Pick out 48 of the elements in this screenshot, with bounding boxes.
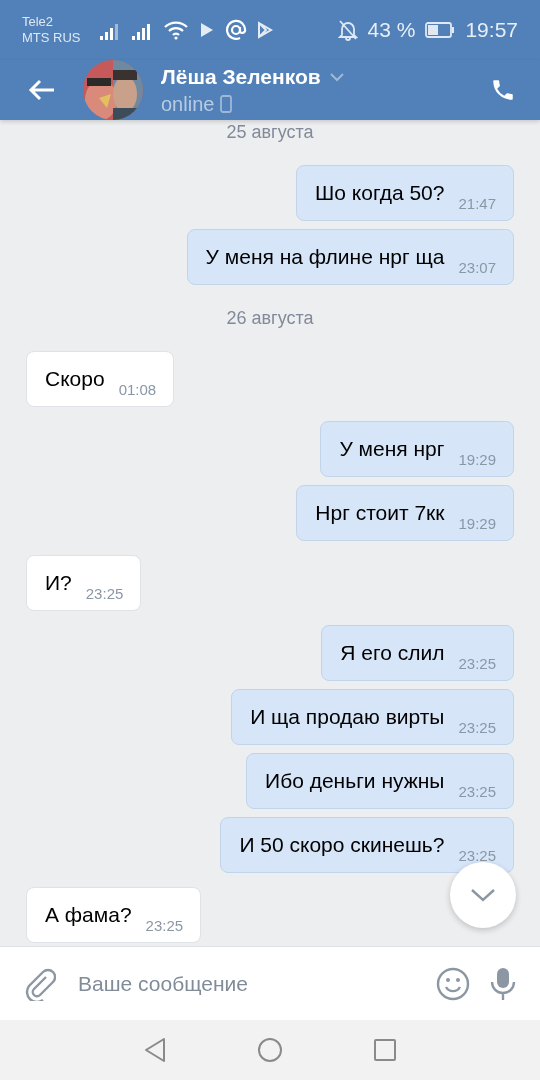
clock-time: 19:57 [465,18,518,42]
date-separator: 25 августа [226,121,314,144]
message-time: 19:29 [458,516,496,531]
back-triangle-icon[interactable] [143,1037,167,1063]
message-time: 23:25 [458,784,496,799]
battery-percent: 43 % [367,18,416,42]
microphone-icon[interactable] [490,965,516,1002]
phone-call-icon[interactable] [490,77,516,103]
carrier-name: MTS RUS [22,30,81,46]
message-text: А фама? [45,902,132,928]
home-circle-icon[interactable] [257,1037,283,1063]
recents-square-icon[interactable] [373,1038,397,1062]
scroll-down-button[interactable] [450,862,516,928]
message-text: И ща продаю вирты [250,704,445,730]
online-status: online [161,92,215,116]
chevron-down-icon [470,888,496,902]
mobile-phone-icon [220,95,233,113]
message-time: 01:08 [118,382,157,397]
message-time: 23:07 [458,260,496,275]
carrier-name: Tele2 [22,14,55,30]
message-time: 23:25 [458,848,496,863]
message-time: 23:25 [458,720,496,735]
message-time: 23:25 [85,586,124,601]
at-sign-icon [224,19,247,41]
message-text: Нрг стоит 7кк [315,500,445,526]
date-separator: 26 августа [226,307,314,330]
message-text: И 50 скоро скинешь? [239,832,445,858]
wifi-icon [162,20,189,40]
contact-name[interactable]: Лёша Зеленков [161,64,321,89]
chevron-down-icon[interactable] [328,71,345,82]
message-time: 23:25 [458,656,496,671]
message-text: Шо когда 50? [315,180,445,206]
play-icon [198,21,215,39]
message-text: У меня на флине нрг ща [205,244,445,270]
store-icon [256,21,273,39]
message-text: И? [45,570,72,596]
battery-icon [425,22,456,38]
back-arrow-icon[interactable] [28,78,56,102]
message-text: Ибо деньги нужны [265,768,445,794]
message-text: Скоро [45,366,105,392]
message-text: У меня нрг [339,436,445,462]
bell-off-icon [337,19,358,41]
message-time: 19:29 [458,452,496,467]
message-text: Я его слил [340,640,445,666]
message-time: 23:25 [145,918,184,933]
message-time: 21:47 [458,196,496,211]
smiley-icon[interactable] [436,966,470,1001]
paperclip-icon[interactable] [24,966,56,1001]
